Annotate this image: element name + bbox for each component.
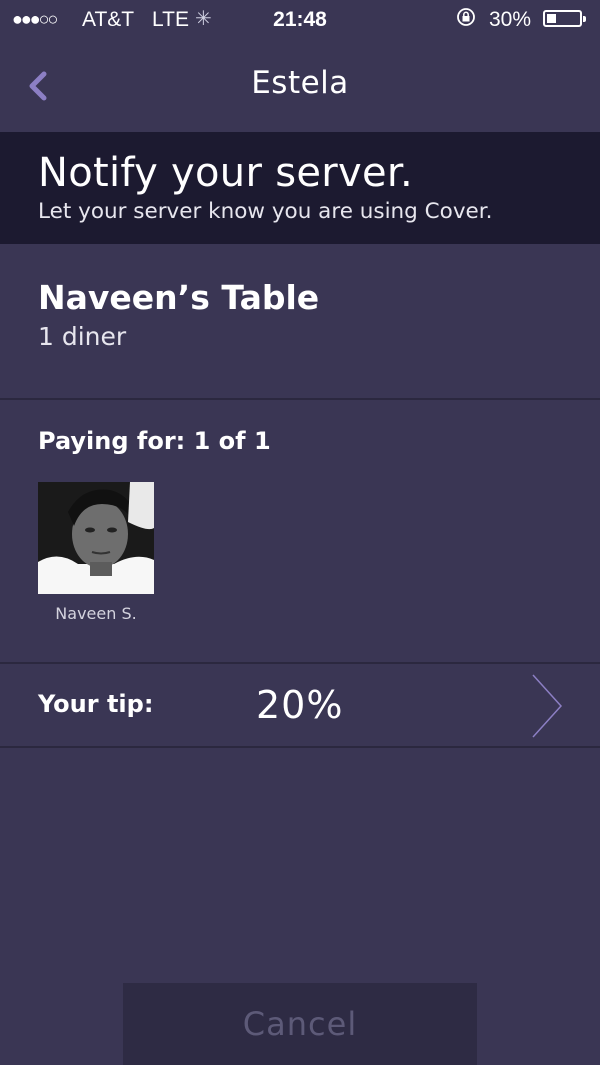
tip-selector[interactable]: Your tip: 20% [0, 663, 600, 746]
diner-count: 1 diner [38, 322, 127, 351]
tip-value: 20% [256, 683, 344, 727]
banner-subtitle: Let your server know you are using Cover… [38, 199, 493, 224]
rotation-lock-icon [456, 7, 476, 33]
battery-percent: 30% [489, 8, 532, 31]
table-info: Naveen’s Table 1 diner [0, 244, 600, 398]
divider [0, 746, 600, 748]
battery-icon [543, 10, 586, 27]
diner-name: Naveen S. [55, 604, 137, 623]
banner-title: Notify your server. [38, 150, 413, 196]
chevron-right-icon [532, 674, 563, 738]
user-avatar-photo [38, 482, 154, 594]
tip-label: Your tip: [38, 690, 154, 718]
paying-for-label: Paying for: 1 of 1 [38, 427, 271, 455]
table-name: Naveen’s Table [38, 278, 320, 317]
diner-avatar[interactable] [38, 482, 154, 594]
navigation-bar: Estela [0, 40, 600, 132]
status-bar: ●●●○○ AT&T LTE ✳ 21:48 30% [0, 0, 600, 40]
notify-server-banner: Notify your server. Let your server know… [0, 132, 600, 244]
divider [0, 398, 600, 400]
cancel-button[interactable]: Cancel [123, 983, 477, 1065]
page-title: Estela [251, 65, 349, 101]
